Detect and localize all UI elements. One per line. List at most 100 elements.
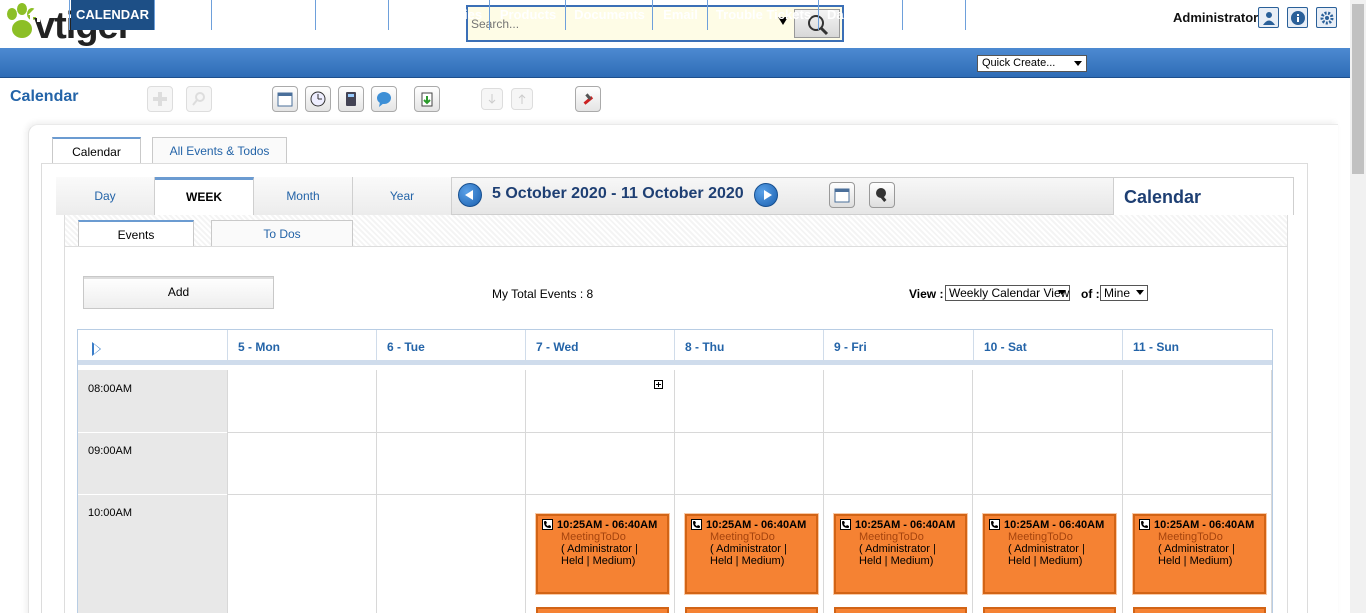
- time-column: 08:00AM 09:00AM 10:00AM: [78, 370, 227, 613]
- total-events-count: My Total Events : 8: [492, 287, 594, 301]
- event-title: MeetingToDo: [859, 531, 924, 543]
- day-header-tue[interactable]: 6 - Tue: [376, 330, 525, 365]
- mini-calendar-icon[interactable]: [829, 182, 855, 208]
- view-tab-month[interactable]: Month: [254, 177, 353, 215]
- nav-organizations[interactable]: Organizations: [213, 0, 316, 30]
- import-disabled-icon[interactable]: [481, 88, 503, 110]
- chevron-down-icon: [1074, 61, 1082, 66]
- grid-line: [823, 370, 824, 613]
- time-divider: [78, 494, 227, 495]
- nav-products[interactable]: Products: [491, 0, 566, 30]
- next-week-arrow-icon[interactable]: [754, 183, 778, 207]
- clock-icon[interactable]: [305, 86, 331, 112]
- add-record-icon[interactable]: [147, 86, 173, 112]
- event-card-partial[interactable]: [685, 607, 818, 613]
- settings-gear-icon[interactable]: [1316, 7, 1337, 28]
- phone-icon: [691, 519, 702, 530]
- day-header-row: 5 - Mon 6 - Tue 7 - Wed 8 - Thu 9 - Fri …: [78, 330, 1272, 365]
- quick-create-value: Quick Create...: [982, 57, 1056, 69]
- nav-calendar[interactable]: CALENDAR: [71, 0, 155, 30]
- nav-leads[interactable]: Leads: [156, 0, 212, 30]
- event-card[interactable]: 10:25AM - 06:40AM MeetingToDo ( Administ…: [535, 513, 670, 595]
- event-card-partial[interactable]: [1133, 607, 1266, 613]
- event-card-partial[interactable]: [834, 607, 967, 613]
- owner-select-value: Mine: [1104, 286, 1131, 300]
- tab-all-events-todos[interactable]: All Events & Todos: [152, 137, 287, 164]
- page-title: Calendar: [10, 88, 79, 105]
- nav-dashboard[interactable]: Dashboard: [820, 0, 903, 30]
- nav-more[interactable]: More: [904, 0, 966, 30]
- day-header-fri[interactable]: 9 - Fri: [823, 330, 973, 365]
- event-card-partial[interactable]: [983, 607, 1116, 613]
- phone-icon: [989, 519, 1000, 530]
- date-range: 5 October 2020 - 11 October 2020: [492, 185, 744, 202]
- home-nav-item[interactable]: [0, 0, 70, 30]
- event-time: 10:25AM - 06:40AM: [557, 519, 658, 531]
- day-header-sun[interactable]: 11 - Sun: [1122, 330, 1272, 365]
- nav-opportunities[interactable]: Opportunities: [390, 0, 490, 30]
- view-tab-week[interactable]: WEEK: [155, 177, 254, 215]
- search-records-icon[interactable]: [186, 86, 212, 112]
- grid-line: [376, 370, 377, 613]
- grid-line: [227, 494, 1272, 495]
- event-card[interactable]: 10:25AM - 06:40AM MeetingToDo ( Administ…: [1132, 513, 1267, 595]
- nav-documents[interactable]: Documents: [567, 0, 653, 30]
- subtab-events[interactable]: Events: [78, 220, 194, 246]
- vtiger-calendar-page: vtiger Administrator CALENDAR Leads Orga…: [0, 0, 1366, 613]
- previous-week-arrow-icon[interactable]: [458, 183, 482, 207]
- grid-line: [1122, 370, 1123, 613]
- event-title: MeetingToDo: [1158, 531, 1223, 543]
- main-navigation: [0, 48, 1350, 78]
- settings-hammer-icon[interactable]: [575, 86, 601, 112]
- grid-line: [674, 370, 675, 613]
- chat-icon[interactable]: [371, 86, 397, 112]
- event-details: ( Administrator | Held | Medium): [710, 543, 787, 567]
- scrollbar-thumb[interactable]: [1352, 4, 1364, 174]
- owner-select[interactable]: Mine: [1100, 285, 1148, 301]
- subtab-todos[interactable]: To Dos: [211, 220, 353, 246]
- event-title: MeetingToDo: [1008, 531, 1073, 543]
- view-tab-year[interactable]: Year: [353, 177, 452, 215]
- event-time: 10:25AM - 06:40AM: [1154, 519, 1255, 531]
- chevron-down-icon: [1058, 290, 1066, 295]
- event-card[interactable]: 10:25AM - 06:40AM MeetingToDo ( Administ…: [684, 513, 819, 595]
- event-details: ( Administrator | Held | Medium): [1158, 543, 1235, 567]
- event-time: 10:25AM - 06:40AM: [1004, 519, 1105, 531]
- view-tab-day[interactable]: Day: [56, 177, 155, 215]
- home-icon: [27, 8, 42, 22]
- view-label: View :: [909, 287, 944, 301]
- event-time: 10:25AM - 06:40AM: [706, 519, 807, 531]
- add-event-button[interactable]: Add: [83, 276, 274, 309]
- of-label: of :: [1081, 287, 1100, 301]
- day-header-mon[interactable]: 5 - Mon: [227, 330, 376, 365]
- nav-trouble-tickets[interactable]: Trouble Tickets: [709, 0, 819, 30]
- event-time: 10:25AM - 06:40AM: [855, 519, 956, 531]
- event-card[interactable]: 10:25AM - 06:40AM MeetingToDo ( Administ…: [982, 513, 1117, 595]
- event-details: ( Administrator | Held | Medium): [859, 543, 936, 567]
- event-card-partial[interactable]: [536, 607, 669, 613]
- day-header-thu[interactable]: 8 - Thu: [674, 330, 823, 365]
- event-card[interactable]: 10:25AM - 06:40AM MeetingToDo ( Administ…: [833, 513, 968, 595]
- day-header-sat[interactable]: 10 - Sat: [973, 330, 1122, 365]
- quick-create-select[interactable]: Quick Create...: [977, 55, 1087, 72]
- nav-contacts[interactable]: Contacts: [317, 0, 389, 30]
- import-icon[interactable]: [414, 86, 440, 112]
- phone-icon: [542, 519, 553, 530]
- info-icon[interactable]: [1287, 7, 1308, 28]
- user-name[interactable]: Administrator: [1173, 10, 1258, 25]
- grid-line: [972, 370, 973, 613]
- calendar-search-icon[interactable]: [869, 182, 895, 208]
- grid-line: [227, 432, 1272, 433]
- nav-email[interactable]: Email: [654, 0, 708, 30]
- export-disabled-icon[interactable]: [511, 88, 533, 110]
- view-select[interactable]: Weekly Calendar View: [945, 285, 1070, 301]
- chevron-down-icon: [1136, 290, 1144, 295]
- calendar-view-icon[interactable]: [272, 86, 298, 112]
- calculator-icon[interactable]: [338, 86, 364, 112]
- user-icon[interactable]: [1258, 7, 1279, 28]
- day-header-wed[interactable]: 7 - Wed: [525, 330, 674, 365]
- expand-plus-icon[interactable]: [654, 380, 663, 389]
- time-label-8am: 08:00AM: [88, 383, 133, 395]
- tab-calendar[interactable]: Calendar: [52, 137, 141, 164]
- time-label-9am: 09:00AM: [88, 445, 133, 457]
